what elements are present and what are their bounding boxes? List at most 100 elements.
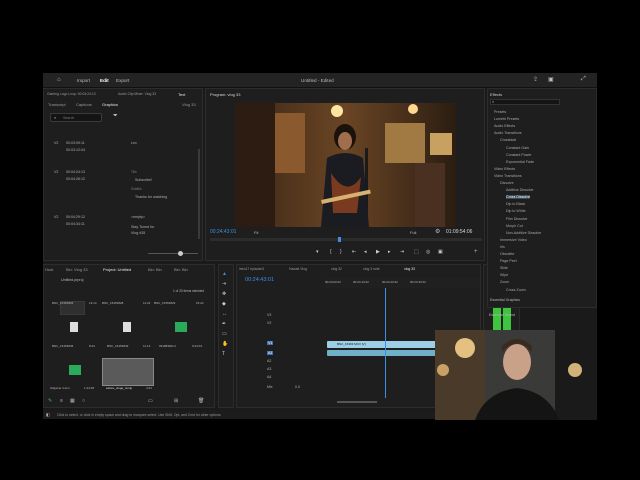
edit-tab[interactable]: Edit [100,78,109,83]
selection-tool-icon[interactable]: ▲ [222,271,227,277]
entry-2-title[interactable]: Subscribe! [135,178,152,182]
effect-item[interactable]: Slide [500,266,508,270]
icon-view-icon[interactable]: ▦ [70,398,75,404]
export-tab[interactable]: Export [116,78,129,83]
effect-item[interactable]: Constant Gain [506,146,529,150]
export-frame-icon[interactable]: ◎ [426,249,430,255]
tab-text[interactable]: Text [178,92,185,97]
trash-icon[interactable]: 🗑 [198,398,204,404]
track-v3[interactable]: V3 [267,313,271,317]
notifications-icon[interactable]: ▣ [548,76,554,83]
effect-item[interactable]: Obsolete [500,252,514,256]
slip-tool-icon[interactable]: ↔ [222,311,227,317]
home-icon[interactable]: ⌂ [57,77,61,83]
effect-item[interactable]: Dissolve [500,181,514,185]
fit-dropdown[interactable]: Fit [254,230,258,235]
ripple-edit-icon[interactable]: ✥ [222,291,226,297]
add-button-icon[interactable]: + [474,249,478,255]
import-tab[interactable]: Import [77,78,90,83]
full-dropdown[interactable]: Full [410,230,416,235]
timeline-ruler[interactable] [325,278,480,288]
entry-3-line-3[interactable]: Vlog #35 [131,231,145,235]
effect-item[interactable]: Wipe [500,273,508,277]
pencil-icon[interactable]: ✎ [48,398,52,404]
effect-item[interactable]: Page Peel [500,259,517,263]
effect-item[interactable]: Audio Transitions [494,131,522,135]
tab-captions[interactable]: Captions [76,102,92,107]
new-item-icon[interactable]: ⊞ [174,398,178,404]
zoom-slider-icon[interactable]: ○ [82,398,85,404]
tab-audio-mixer[interactable]: Audio Clip Mixer: Vlog 33 [118,92,156,96]
tab-bin-1[interactable]: Bin: Bin [148,267,162,272]
playhead-line[interactable] [385,288,386,398]
track-select-icon[interactable]: ⇥ [222,281,226,287]
tab-gaming-logo[interactable]: Gaming Logo Loop: 00:04:24:13 [47,92,96,96]
tab-host[interactable]: Host [45,267,53,272]
effect-item[interactable]: Cross Zoom [506,288,526,292]
effect-item[interactable]: Video Transitions [494,174,522,178]
tab-seq-vlog3note[interactable]: vlog 3 note [363,267,380,271]
list-view-icon[interactable]: ≡ [60,398,63,404]
step-back-icon[interactable]: ◂ [364,249,367,255]
essential-sound-title[interactable]: Essential Sound [489,313,515,317]
effects-search[interactable] [490,99,560,105]
track-v1[interactable]: V1 [267,341,274,345]
lift-icon[interactable]: ⬚ [414,249,419,255]
track-a4[interactable]: A4 [267,375,271,379]
timeline-scroll[interactable] [337,401,377,403]
mark-in-icon[interactable]: ▾ [316,249,319,255]
filter-icon[interactable]: ⏷ [113,113,118,120]
effect-item[interactable]: Iris [500,245,505,249]
pen-tool-icon[interactable]: ✒ [222,321,226,327]
go-to-in-icon[interactable]: ⇤ [352,249,356,255]
mark-out-bracket-icon[interactable]: } [340,249,342,255]
essential-graphics-title[interactable]: Essential Graphics [490,298,520,302]
new-bin-icon[interactable]: ▭ [148,398,153,404]
effect-item[interactable]: Video Effects [494,167,515,171]
go-to-out-icon[interactable]: ⇥ [400,249,404,255]
tab-seq-vlog33[interactable]: vlog 33 [404,267,415,271]
tab-seq-intro17[interactable]: intro17 episode3 [239,267,264,271]
effect-item[interactable]: Zoom [500,280,509,284]
rectangle-tool-icon[interactable]: ▭ [222,331,227,337]
effect-item[interactable]: Non-Additive Dissolve [506,231,541,235]
entry-1-line-1[interactable]: Lev [131,141,137,145]
tab-project-untitled[interactable]: Project: Untitled [103,267,131,272]
selected-clip-thumb[interactable] [102,358,154,386]
step-forward-icon[interactable]: ▸ [388,249,391,255]
tab-bin-2[interactable]: Bin: Bin [174,267,188,272]
camera-icon[interactable]: ▣ [438,249,443,255]
program-scrubber[interactable] [210,238,482,241]
track-v2[interactable]: V2 [267,321,271,325]
effect-item[interactable]: Lumetri Presets [494,117,519,121]
effect-item[interactable]: Dip to White [506,209,526,213]
program-video-frame[interactable] [235,103,456,227]
effect-item[interactable]: Constant Power [506,153,532,157]
effect-item[interactable]: Morph Cut [506,224,523,228]
effect-item[interactable]: Immersive Video [500,238,527,242]
quick-export-icon[interactable]: ⇪ [533,76,538,83]
mark-in-bracket-icon[interactable]: { [330,249,332,255]
razor-tool-icon[interactable]: ◆ [222,301,226,307]
program-timecode[interactable]: 00:24:43:01 [210,229,236,235]
tab-bin-vlog33[interactable]: Bin: Vlog 33 [66,267,88,272]
type-tool-icon[interactable]: T [222,351,225,357]
effect-item[interactable]: Audio Effects [494,124,515,128]
timeline-timecode[interactable]: 00:24:43:01 [245,277,274,283]
effect-item[interactable]: Film Dissolve [506,217,527,221]
hand-tool-icon[interactable]: ✋ [222,341,228,347]
effect-item[interactable]: Cross Dissolve [506,195,530,200]
tab-seq-vlog32[interactable]: vlog 32 [331,267,342,271]
text-panel-scrollbar[interactable] [198,149,200,239]
effect-item[interactable]: Dip to Black [506,202,525,206]
track-a2[interactable]: A2 [267,359,271,363]
entry-3-line-2[interactable]: Stay Tuned for [131,225,154,229]
zoom-slider-handle[interactable] [178,251,183,256]
effect-item[interactable]: Exponential Fade [506,160,534,164]
effect-item[interactable]: Presets [494,110,506,114]
search-box[interactable]: ⌕ Search [50,113,102,122]
tab-seq-hawaii[interactable]: Hawaii Vlog [289,267,307,271]
tab-graphics[interactable]: Graphics [102,102,118,107]
track-a1[interactable]: A1 [267,351,274,355]
settings-icon[interactable]: ⚙ [435,228,440,235]
